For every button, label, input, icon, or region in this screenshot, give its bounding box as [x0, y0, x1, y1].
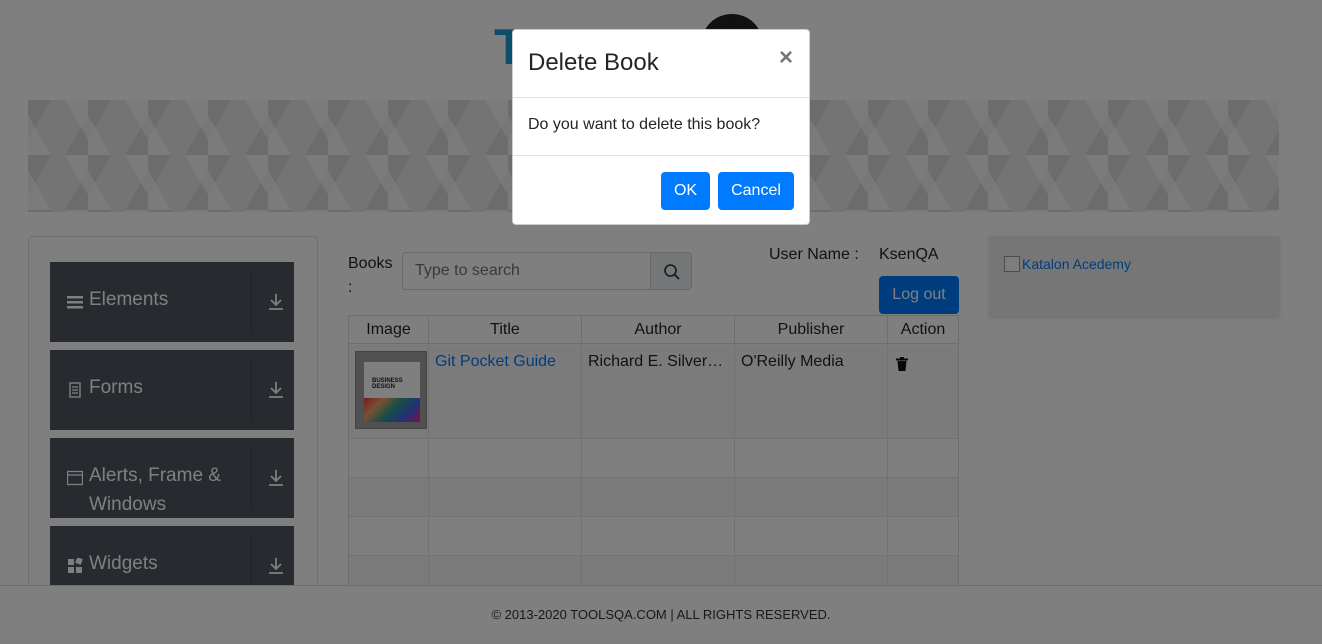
- close-button[interactable]: ×: [779, 44, 793, 72]
- modal-footer: OK Cancel: [513, 155, 809, 225]
- modal-message: Do you want to delete this book?: [528, 116, 761, 133]
- delete-book-modal: Delete Book × Do you want to delete this…: [512, 29, 810, 225]
- modal-header: Delete Book ×: [513, 30, 809, 98]
- ok-button[interactable]: OK: [661, 172, 710, 210]
- modal-title: Delete Book: [528, 49, 659, 76]
- cancel-button[interactable]: Cancel: [718, 172, 794, 210]
